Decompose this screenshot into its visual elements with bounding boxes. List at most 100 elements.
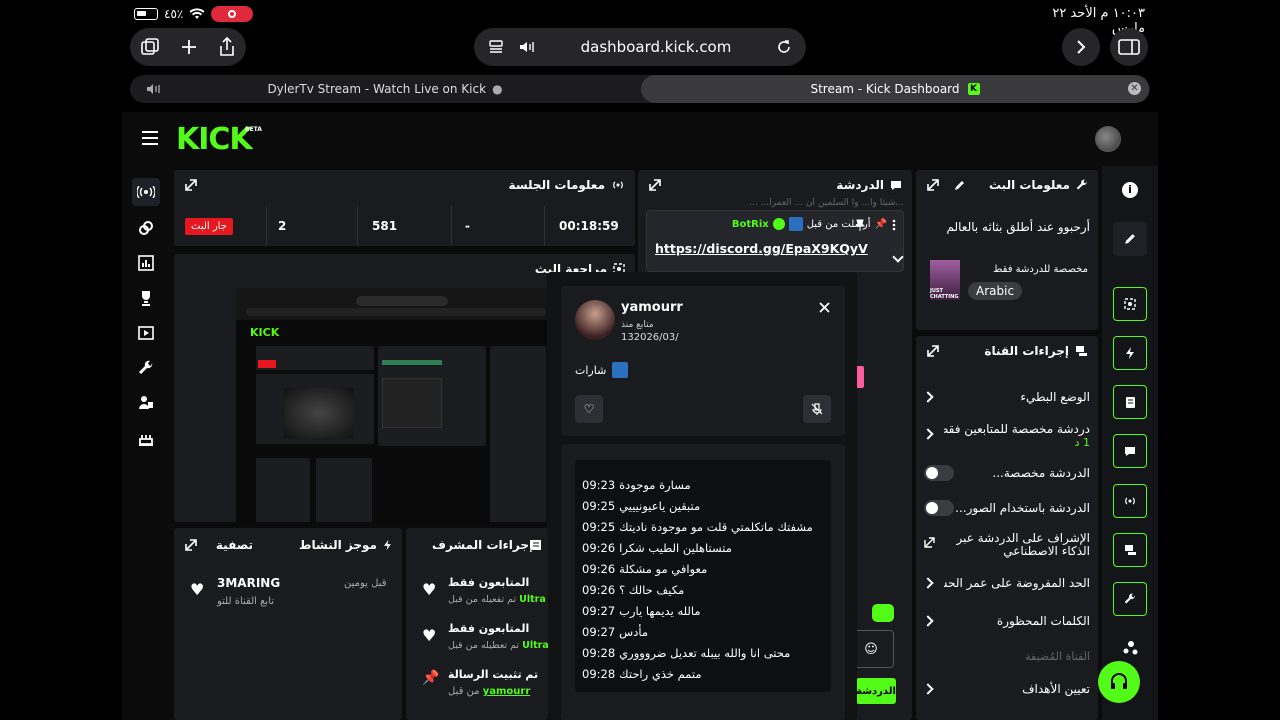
audio-icon[interactable]: [518, 40, 536, 54]
wrench-icon: [139, 360, 153, 374]
chat-emote: [856, 366, 864, 388]
chart-icon: [138, 255, 154, 271]
sidebar-item-achievements[interactable]: [132, 284, 160, 312]
tab-dylertv[interactable]: DylerTv Stream - Watch Live on Kick ●: [130, 75, 640, 103]
avatar[interactable]: [1095, 126, 1121, 152]
image-chat-row[interactable]: الدردشة باستخدام الصور...: [924, 499, 1090, 517]
tab-kick-dashboard[interactable]: Stream - Kick Dashboard K ✕: [641, 75, 1149, 103]
set-goals-label: تعيين الأهداف: [1022, 682, 1090, 696]
pinned-user[interactable]: BotRix: [732, 219, 769, 230]
document-icon: [1125, 396, 1135, 408]
chevron-right-icon: [922, 683, 934, 695]
chevron-down-icon[interactable]: [892, 251, 904, 263]
activity-feed-panel: موجز النشاط تصفية ♥ 3MARING تابع القناة ل…: [174, 528, 402, 720]
support-button[interactable]: [1098, 661, 1140, 703]
pinned-link[interactable]: https://discord.gg/EpaX9KQyV: [655, 241, 868, 256]
mod-action-by: من قبل: [448, 686, 480, 697]
send-chat-button[interactable]: الدردشة: [856, 678, 896, 704]
stream-video-preview[interactable]: KICK: [236, 288, 548, 522]
battery-icon: [134, 8, 158, 20]
expand-icon[interactable]: [926, 178, 940, 192]
mod-action-user[interactable]: Ultra: [519, 594, 546, 605]
address-bar[interactable]: dashboard.kick.com: [474, 28, 806, 66]
user-message: 09:26 مكيف حالك ؟: [582, 583, 822, 597]
more-icon[interactable]: [892, 219, 896, 231]
close-tab-icon[interactable]: ✕: [1128, 82, 1141, 95]
message-text: مالله يديمها يارب: [619, 604, 701, 618]
message-time: 09:26: [582, 541, 616, 555]
activity-text: تابع القناة للتو: [217, 596, 275, 607]
followers-only-row[interactable]: دردشة مخصصة للمتابعين فقط 1 د: [922, 422, 1090, 450]
info-icon[interactable]: i: [1122, 182, 1138, 198]
set-goals-row[interactable]: تعيين الأهداف: [922, 680, 1090, 698]
ai-moderation-label: الإشراف على الدردشة عبر الذكاء الاصطناعي: [956, 531, 1090, 558]
tab-audio-icon[interactable]: [146, 83, 162, 95]
pin-icon: 📌: [422, 670, 440, 686]
reload-icon[interactable]: [776, 39, 792, 55]
message-text: متمم خذي راحتك: [619, 667, 702, 681]
expand-icon[interactable]: [926, 344, 940, 358]
expand-icon[interactable]: [184, 178, 198, 192]
sidebar-item-stream[interactable]: [132, 178, 160, 206]
screen-record-icon: [211, 6, 254, 22]
heart-icon: ♥: [422, 580, 437, 599]
custom-chat-row[interactable]: الدردشة مخصصة...: [924, 464, 1090, 482]
ai-moderation-row[interactable]: الإشراف على الدردشة عبر الذكاء الاصطناعي: [924, 532, 1090, 560]
mod-action-user[interactable]: Ultra: [522, 640, 548, 651]
mod-badge-icon: [788, 217, 803, 231]
sidebar-button[interactable]: [1110, 28, 1148, 66]
new-tab-icon[interactable]: [180, 38, 198, 56]
safari-left-controls: [130, 28, 246, 66]
pin-icon[interactable]: [855, 219, 865, 231]
forward-button[interactable]: [1062, 28, 1100, 66]
hosted-channel-row: القناة المُضيفة: [924, 648, 1090, 664]
user-message: 09:26 معوافي مو مشكلة: [582, 562, 822, 576]
follow-button[interactable]: ♡: [575, 395, 603, 423]
tabs-overview-icon[interactable]: [140, 37, 160, 57]
filter-button[interactable]: تصفية: [216, 538, 253, 552]
account-age-label: الحد المفروضة على عمر الحساب: [944, 576, 1090, 590]
custom-chat-toggle[interactable]: [924, 465, 954, 481]
edit-button[interactable]: [1113, 222, 1147, 256]
battery-percent: ٤٥٪: [164, 7, 184, 21]
message-time: 09:27: [582, 625, 616, 639]
follow-since-label: متابع منذ: [621, 320, 654, 330]
kick-favicon: K: [967, 83, 980, 95]
cake-icon: [139, 435, 153, 446]
sidebar-item-settings[interactable]: [132, 354, 160, 382]
activity-user[interactable]: 3MARING: [217, 576, 280, 590]
quick-actions-toggle[interactable]: [1113, 336, 1147, 370]
trophy-icon: [142, 291, 150, 306]
expand-icon[interactable]: [648, 178, 662, 192]
sidebar-item-payouts[interactable]: [132, 424, 160, 452]
channel-actions-toggle[interactable]: [1113, 533, 1147, 567]
sidebar-item-links[interactable]: [132, 214, 160, 242]
banned-words-label: الكلمات المحظورة: [996, 614, 1090, 628]
stream-info-toggle[interactable]: [1113, 582, 1147, 616]
sidebar-item-videos[interactable]: [132, 319, 160, 347]
mod-action-user[interactable]: yamourr: [483, 686, 531, 697]
reader-icon[interactable]: [488, 39, 504, 55]
chat-toggle[interactable]: [1113, 434, 1147, 468]
notes-toggle[interactable]: [1113, 385, 1147, 419]
banned-words-row[interactable]: الكلمات المحظورة: [922, 612, 1090, 630]
chevron-right-icon: [1077, 40, 1086, 54]
image-chat-toggle[interactable]: [924, 500, 954, 516]
follow-date: 132026/03/: [621, 332, 679, 343]
sidebar-item-analytics[interactable]: [132, 249, 160, 277]
chat-icon: [891, 181, 901, 190]
heart-icon: ♥: [422, 626, 437, 645]
session-info-toggle[interactable]: [1113, 484, 1147, 518]
kick-logo[interactable]: KICK: [176, 122, 253, 157]
stream-preview-toggle[interactable]: [1113, 287, 1147, 321]
share-icon[interactable]: [218, 36, 236, 58]
mute-button[interactable]: [803, 395, 831, 423]
edit-icon[interactable]: [954, 180, 965, 191]
hamburger-menu-icon[interactable]: [141, 130, 159, 146]
broadcast-icon: [613, 181, 623, 189]
account-age-row[interactable]: الحد المفروضة على عمر الحساب: [922, 574, 1090, 592]
close-icon[interactable]: [819, 302, 830, 313]
sidebar-item-community[interactable]: [132, 389, 160, 417]
expand-icon[interactable]: [184, 538, 198, 552]
slow-mode-row[interactable]: الوضع البطيء: [922, 388, 1090, 406]
